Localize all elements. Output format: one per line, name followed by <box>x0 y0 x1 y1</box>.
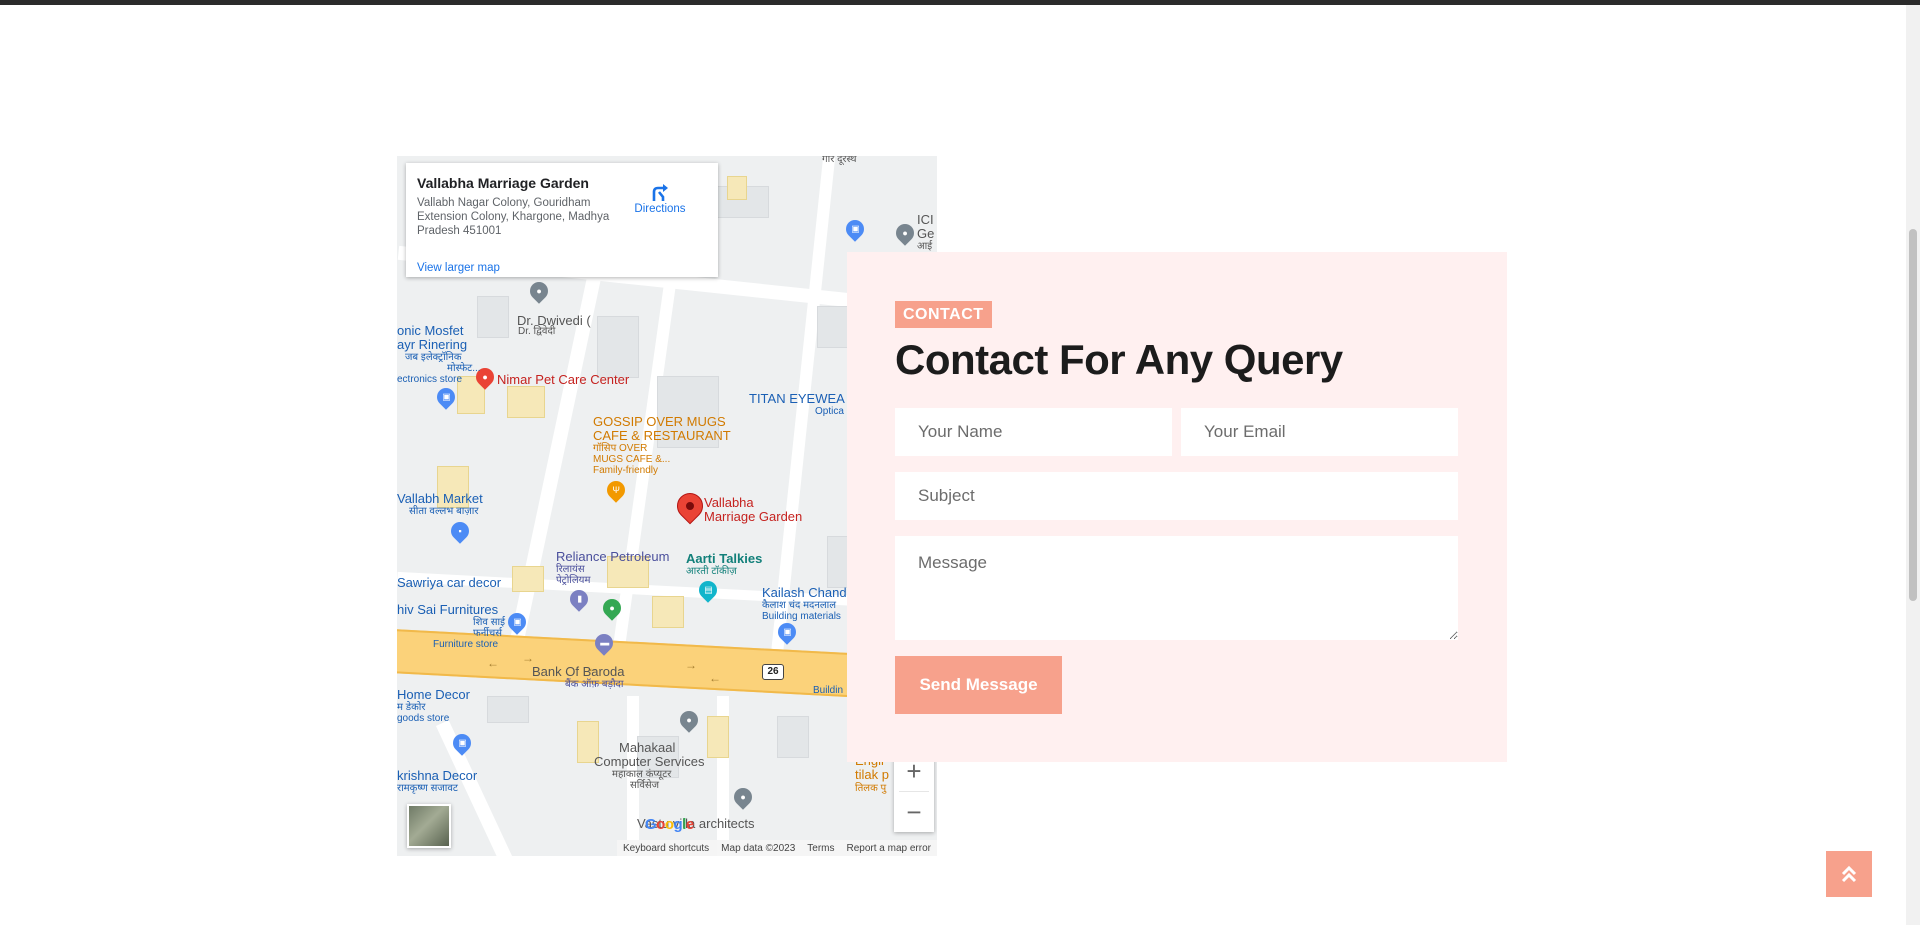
map-label: Buildin <box>813 685 844 696</box>
view-larger-map-link[interactable]: View larger map <box>417 262 500 274</box>
message-textarea[interactable] <box>895 536 1458 640</box>
map-label: जब इलेक्ट्रॉनिक <box>405 352 462 363</box>
highway-shield: 26 <box>762 664 784 680</box>
double-chevron-up-icon <box>1841 865 1857 883</box>
map-block <box>777 716 809 758</box>
scrollbar-thumb[interactable] <box>1909 229 1917 601</box>
road-direction-arrow: → <box>522 651 534 665</box>
map-label: फर्नीचर्स <box>473 628 502 639</box>
page-title: Contact For Any Query <box>895 336 1343 383</box>
map-label: Computer Services <box>594 754 705 769</box>
browser-top-edge <box>0 0 1920 5</box>
place-address: Vallabh Nagar Colony, Gouridham Extensio… <box>417 197 610 237</box>
map-label: मोस्फेट... <box>447 363 481 374</box>
map-label: ectronics store <box>397 374 463 385</box>
map-label: Furniture store <box>433 639 499 650</box>
satellite-toggle-button[interactable] <box>407 804 451 848</box>
road-direction-arrow: ← <box>487 656 499 670</box>
keyboard-shortcuts-link[interactable]: Keyboard shortcuts <box>623 843 709 854</box>
map-label: MUGS CAFE &... <box>593 454 671 465</box>
cinema-pin-icon[interactable]: ▤ <box>695 577 721 603</box>
map-label: महाकाल कंप्यूटर <box>612 769 672 780</box>
map-label: सर्विसेज <box>630 780 660 791</box>
map-label: goods store <box>397 713 450 724</box>
map-label: गॉसिप OVER <box>593 443 648 454</box>
zoom-controls: + − <box>894 751 934 832</box>
selected-location-pin-icon[interactable] <box>671 487 709 525</box>
road-direction-arrow: → <box>685 658 697 672</box>
contact-form-card: CONTACT Contact For Any Query Send Messa… <box>847 252 1507 762</box>
send-message-button[interactable]: Send Message <box>895 656 1062 714</box>
directions-button[interactable]: Directions <box>630 181 690 215</box>
page-scrollbar[interactable] <box>1906 5 1920 925</box>
map-label: रिलायंस <box>556 564 585 575</box>
terms-link[interactable]: Terms <box>807 843 834 854</box>
shopping-bag-pin-icon[interactable]: ▣ <box>433 384 459 410</box>
map-footer: Keyboard shortcuts Map data ©2023 Terms … <box>617 840 937 856</box>
bank-pin-icon[interactable]: ● <box>892 220 918 246</box>
map-building <box>507 386 545 418</box>
map-label: CAFE & RESTAURANT <box>593 428 731 443</box>
map-label: म डेकोर <box>397 702 426 713</box>
zoom-out-button[interactable]: − <box>894 792 934 832</box>
map-label: गार दूरस्थ <box>822 156 857 165</box>
map-label: सीता वल्लभ बाज़ार <box>409 506 479 517</box>
map-block <box>597 316 639 378</box>
map-building <box>727 176 747 200</box>
map-label: hiv Sai Furnitures <box>397 602 499 617</box>
shopping-bag-pin-icon[interactable]: ▣ <box>842 216 868 242</box>
map-label: आई <box>917 241 933 252</box>
map-label: रामकृष्ण सजावट <box>397 783 458 794</box>
map-block <box>477 296 509 338</box>
section-badge: CONTACT <box>895 301 992 328</box>
subject-input[interactable] <box>895 472 1458 520</box>
restaurant-pin-icon[interactable]: Ψ <box>603 477 629 503</box>
poi-pin-icon[interactable]: ● <box>526 278 552 304</box>
map-label: आरती टॉकीज़ <box>686 566 737 577</box>
shopping-cart-pin-icon[interactable]: ▪ <box>447 518 473 544</box>
map-label: krishna Decor <box>397 768 478 783</box>
map-label: बैंक ऑफ़ बड़ौदा <box>565 679 624 690</box>
map-label: Bank Of Baroda <box>532 664 625 679</box>
map-label: Ge <box>917 226 935 241</box>
map-building <box>707 716 729 758</box>
map-label: Optica <box>815 406 844 417</box>
map-label: Building materials <box>762 611 841 622</box>
map-label: Marriage Garden <box>704 509 803 524</box>
map-label: Home Decor <box>397 687 470 702</box>
map-label: TITAN EYEWEA <box>749 391 845 406</box>
map-label: पेट्रोलियम <box>556 575 591 586</box>
poi-pin-icon[interactable]: ● <box>676 707 702 733</box>
back-to-top-button[interactable] <box>1826 851 1872 897</box>
directions-label: Directions <box>634 203 686 215</box>
road-direction-arrow: ← <box>709 671 721 685</box>
email-input[interactable] <box>1181 408 1458 456</box>
map-building <box>512 566 544 592</box>
map-building <box>652 596 684 628</box>
map-label: शिव साई <box>473 617 505 628</box>
map-label: Family-friendly <box>593 465 659 476</box>
map-label: Kailash Chand <box>762 585 847 600</box>
map-place-card: Vallabha Marriage Garden Vallabh Nagar C… <box>406 163 718 277</box>
google-logo: Google <box>645 816 694 833</box>
map-label: कैलाश चंद मदनलाल <box>762 600 837 611</box>
map-label: tilak p <box>855 767 889 782</box>
map-label: Aarti Talkies <box>686 551 763 566</box>
map-label: Reliance Petroleum <box>556 549 670 564</box>
place-name: Vallabha Marriage Garden <box>417 175 589 191</box>
map-data-text: Map data ©2023 <box>721 842 796 854</box>
map-label: Dr. द्विवेदी <box>518 326 556 337</box>
map-block <box>817 306 849 348</box>
map-block <box>487 696 529 723</box>
name-input[interactable] <box>895 408 1172 456</box>
map-label: Nimar Pet Care Center <box>497 372 630 387</box>
report-map-error-link[interactable]: Report a map error <box>847 843 931 854</box>
map-label: ayr Rinering <box>397 337 468 352</box>
map-label: तिलक पु <box>855 783 887 794</box>
directions-icon <box>652 184 668 201</box>
poi-pin-icon[interactable]: ● <box>730 784 756 810</box>
map-label: Sawriya car decor <box>397 575 502 590</box>
map-label: Vallabh Market <box>397 491 483 506</box>
